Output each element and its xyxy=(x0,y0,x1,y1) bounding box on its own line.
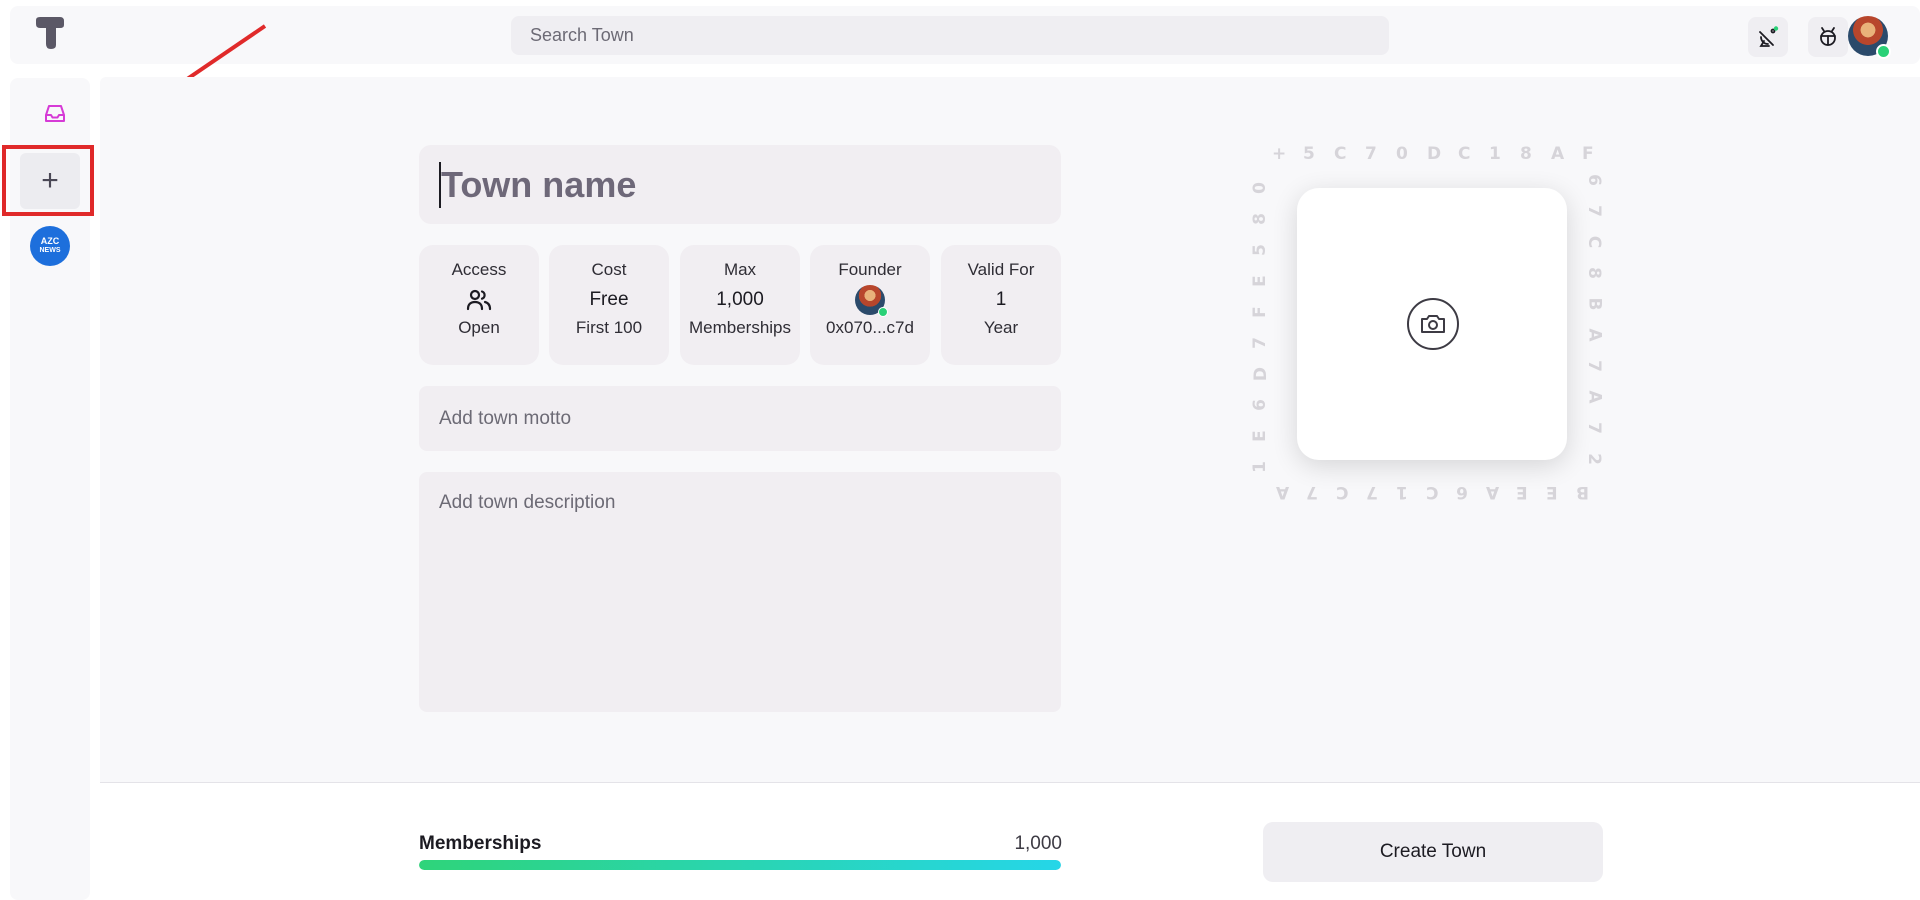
azc-news-town-icon[interactable]: AZC NEWS xyxy=(30,226,70,266)
hex-char: A xyxy=(1276,482,1290,502)
hex-char: A xyxy=(1584,328,1605,342)
hex-char: 7 xyxy=(1249,337,1270,349)
hex-char: 7 xyxy=(1306,482,1318,502)
town-name-input[interactable]: Town name xyxy=(419,145,1061,224)
annotation-highlight-box xyxy=(2,145,94,216)
hex-char: B xyxy=(1576,482,1589,502)
hex-char: 1 xyxy=(1396,482,1408,502)
hex-char: A xyxy=(1551,144,1565,164)
hex-char: 6 xyxy=(1583,174,1604,186)
search-input[interactable]: Search Town xyxy=(511,16,1389,55)
town-name-placeholder: Town name xyxy=(441,163,637,205)
stat-label: Founder xyxy=(838,260,902,279)
hex-char: E xyxy=(1516,482,1528,502)
memberships-value: 1,000 xyxy=(1014,833,1062,854)
hex-char: 8 xyxy=(1249,213,1270,225)
camera-icon[interactable] xyxy=(1407,298,1459,350)
town-logo-icon[interactable] xyxy=(34,16,66,50)
create-town-label: Create Town xyxy=(1379,841,1487,862)
description-placeholder: Add town description xyxy=(439,492,616,513)
town-description-input[interactable]: Add town description xyxy=(419,472,1061,712)
create-town-button[interactable]: Create Town xyxy=(1263,822,1603,882)
stat-max[interactable]: Max 1,000 Memberships xyxy=(680,245,800,365)
stat-sub: Memberships xyxy=(688,318,792,337)
stat-value: 1,000 xyxy=(716,289,764,310)
hex-char: 6 xyxy=(1249,399,1270,411)
hex-char: 7 xyxy=(1583,205,1604,217)
hex-char: B xyxy=(1584,297,1605,311)
stat-value: Free xyxy=(589,289,629,310)
top-bar: Search Town xyxy=(10,6,1920,64)
hex-char: C xyxy=(1584,235,1605,249)
stat-label: Cost xyxy=(591,260,627,279)
bug-icon[interactable] xyxy=(1808,17,1848,57)
stat-valid-for[interactable]: Valid For 1 Year xyxy=(941,245,1061,365)
stat-value: 1 xyxy=(995,289,1007,310)
stat-cost[interactable]: Cost Free First 100 xyxy=(549,245,669,365)
hex-char: E xyxy=(1249,275,1270,287)
stat-founder[interactable]: Founder 0x070...c7d xyxy=(810,245,930,365)
founder-avatar xyxy=(855,285,888,317)
town-image-picker: +5 C 7 0 D C 1 8 A F 67C8BA7A72 A7C71C6AEEB 085EF… xyxy=(1250,140,1610,510)
hex-char: 7 xyxy=(1583,360,1604,372)
hex-char: C xyxy=(1426,482,1439,502)
hex-char: F xyxy=(1249,306,1270,318)
news-icon-label-top: AZC xyxy=(40,236,60,246)
user-avatar[interactable] xyxy=(1848,16,1891,59)
search-placeholder: Search Town xyxy=(530,25,634,45)
hex-char: 0 xyxy=(1396,144,1408,164)
people-icon xyxy=(419,282,539,318)
stat-access[interactable]: Access Open xyxy=(419,245,539,365)
hex-char: E xyxy=(1249,430,1270,442)
hex-char: 7 xyxy=(1366,482,1378,502)
memberships-label: Memberships xyxy=(419,833,542,854)
hex-char: A xyxy=(1584,390,1605,404)
memberships-progress-bar xyxy=(419,860,1061,870)
town-motto-input[interactable]: Add town motto xyxy=(419,386,1061,451)
hex-char: + xyxy=(1272,144,1287,164)
hex-char: 1 xyxy=(1249,461,1270,473)
hex-char: F xyxy=(1582,144,1594,164)
news-icon-label-bottom: NEWS xyxy=(39,247,61,254)
image-upload-card[interactable] xyxy=(1297,188,1567,460)
hex-char: 0 xyxy=(1249,182,1270,194)
hex-char: 5 xyxy=(1249,244,1270,256)
memberships-progress-fill xyxy=(419,860,1061,870)
hex-char: A xyxy=(1486,482,1500,502)
hex-char: 6 xyxy=(1456,482,1468,502)
hex-char: 7 xyxy=(1583,422,1604,434)
hex-char: 8 xyxy=(1583,267,1604,279)
satellite-dish-icon[interactable] xyxy=(1748,17,1788,57)
hex-char: 2 xyxy=(1583,453,1604,465)
stat-sub: Open xyxy=(458,318,500,337)
hex-char: 1 xyxy=(1489,144,1501,164)
town-stats: Access Open Cost Free First 100 Max 1,00… xyxy=(419,245,1061,365)
hex-char: 7 xyxy=(1365,144,1377,164)
hex-char: 8 xyxy=(1520,144,1532,164)
hex-char: D xyxy=(1427,144,1442,164)
hex-char: C xyxy=(1336,482,1349,502)
stat-label: Access xyxy=(451,260,507,279)
stat-sub: Year xyxy=(983,318,1019,337)
inbox-icon[interactable] xyxy=(34,93,76,135)
stat-label: Max xyxy=(723,260,757,279)
online-status-dot xyxy=(1876,44,1891,59)
hex-char: 5 xyxy=(1303,144,1315,164)
stat-sub: 0x070...c7d xyxy=(826,318,914,337)
hex-char: D xyxy=(1251,366,1272,382)
motto-placeholder: Add town motto xyxy=(439,407,572,429)
hex-char: E xyxy=(1546,482,1558,502)
online-status-dot xyxy=(878,307,888,317)
hex-char: C xyxy=(1334,144,1347,164)
hex-char: C xyxy=(1458,144,1471,164)
stat-sub: First 100 xyxy=(575,318,643,337)
stat-label: Valid For xyxy=(967,260,1035,279)
